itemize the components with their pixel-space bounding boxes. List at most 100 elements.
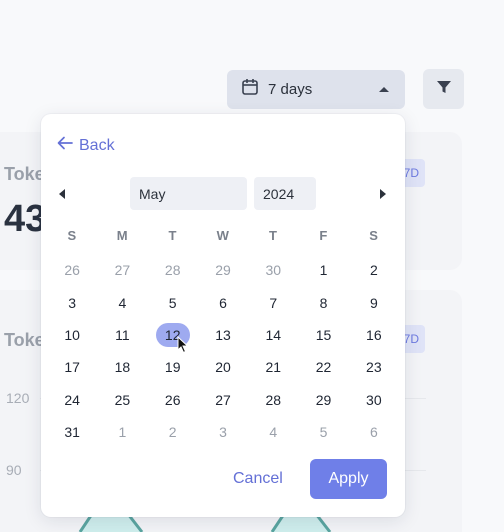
back-button[interactable]: Back <box>57 136 115 155</box>
calendar-day-number: 2 <box>168 424 177 441</box>
calendar-day[interactable]: 10 <box>47 319 97 351</box>
weekday-label: T <box>269 228 278 243</box>
calendar-day[interactable]: 31 <box>47 416 97 448</box>
calendar-day[interactable]: 2 <box>349 254 399 286</box>
calendar-day-number: 1 <box>118 424 127 441</box>
calendar-day-number: 8 <box>319 294 328 311</box>
calendar-day[interactable]: 3 <box>47 286 97 318</box>
calendar-day[interactable]: 5 <box>148 286 198 318</box>
calendar-day[interactable]: 2 <box>148 416 198 448</box>
calendar-day-number: 25 <box>114 391 131 408</box>
y-axis-tick-90: 90 <box>6 462 22 478</box>
calendar-day-number: 7 <box>269 294 278 311</box>
calendar-day-number: 29 <box>215 262 231 279</box>
calendar-day-number: 3 <box>68 294 77 311</box>
prev-month-icon[interactable] <box>59 189 65 199</box>
calendar-day[interactable]: 19 <box>148 351 198 383</box>
calendar-day[interactable]: 27 <box>198 384 248 416</box>
calendar-day[interactable]: 6 <box>349 416 399 448</box>
calendar-day[interactable]: 8 <box>298 286 348 318</box>
chart-card-title: Toke <box>4 330 45 350</box>
calendar-day[interactable]: 1 <box>97 416 147 448</box>
calendar-day[interactable]: 13 <box>198 319 248 351</box>
calendar-day[interactable]: 3 <box>198 416 248 448</box>
weekday-label: M <box>116 228 129 243</box>
calendar-day-number: 24 <box>64 391 80 408</box>
calendar-day-number: 30 <box>366 391 382 408</box>
calendar-day[interactable]: 6 <box>198 286 248 318</box>
summary-card-value: 43 <box>4 198 47 240</box>
calendar-day[interactable]: 14 <box>248 319 298 351</box>
apply-button[interactable]: Apply <box>310 459 387 499</box>
calendar-day[interactable]: 15 <box>298 319 348 351</box>
calendar-day[interactable]: 4 <box>248 416 298 448</box>
date-range-button[interactable]: 7 days <box>227 70 405 109</box>
calendar-day[interactable]: 1 <box>298 254 348 286</box>
calendar-day[interactable]: 17 <box>47 351 97 383</box>
calendar-day-number: 6 <box>369 424 378 441</box>
calendar-day-number: 20 <box>215 359 231 376</box>
calendar-day-number: 9 <box>369 294 378 311</box>
calendar-day-number: 31 <box>64 424 80 441</box>
calendar-day-number: 26 <box>164 391 181 408</box>
calendar-day[interactable]: 4 <box>97 286 147 318</box>
calendar-day[interactable]: 30 <box>248 254 298 286</box>
calendar-day[interactable]: 7 <box>248 286 298 318</box>
arrow-left-icon <box>57 136 73 155</box>
cancel-button[interactable]: Cancel <box>233 470 283 488</box>
next-month-icon[interactable] <box>380 189 386 199</box>
calendar-day[interactable]: 26 <box>47 254 97 286</box>
calendar-day[interactable]: 22 <box>298 351 348 383</box>
calendar-day-number: 27 <box>114 262 131 279</box>
calendar-day[interactable]: 21 <box>248 351 298 383</box>
weekday-label: F <box>319 228 328 243</box>
calendar-day[interactable]: 27 <box>97 254 147 286</box>
date-picker-popup: Back May 2024 SMTWTFS 26 27 28 29 30 1 2 3 4 5 6 7 8… <box>41 114 405 517</box>
back-label: Back <box>79 136 115 154</box>
calendar-day-number: 10 <box>64 326 80 343</box>
calendar-day-number: 23 <box>366 359 382 376</box>
calendar-day[interactable]: 20 <box>198 351 248 383</box>
calendar-day[interactable]: 18 <box>97 351 147 383</box>
calendar-day-number: 18 <box>114 359 131 376</box>
calendar-day-number: 27 <box>215 391 231 408</box>
calendar-day-number: 11 <box>115 326 130 343</box>
weekday-label: T <box>168 228 177 243</box>
calendar-day-selected[interactable]: 12 <box>148 319 198 351</box>
calendar-day[interactable]: 29 <box>198 254 248 286</box>
calendar-day[interactable]: 28 <box>148 254 198 286</box>
filter-button[interactable] <box>423 69 464 109</box>
calendar-day[interactable]: 5 <box>298 416 348 448</box>
calendar-day[interactable]: 25 <box>97 384 147 416</box>
calendar-grid: 26 27 28 29 30 1 2 3 4 5 6 7 8 9 10 11 12 13 14 15 16 17 18 19 2… <box>47 254 399 448</box>
calendar-day-number: 17 <box>64 359 80 376</box>
calendar-day[interactable]: 28 <box>248 384 298 416</box>
filter-icon <box>436 79 452 100</box>
calendar-day-number: 21 <box>265 359 282 376</box>
calendar-day[interactable]: 24 <box>47 384 97 416</box>
calendar-day-number: 22 <box>315 359 332 376</box>
calendar-day-number: 28 <box>164 262 181 279</box>
summary-card-title: Toke <box>4 164 45 184</box>
year-select[interactable]: 2024 <box>254 177 316 210</box>
calendar-day-number: 5 <box>168 294 177 311</box>
calendar-day-number: 2 <box>369 262 378 279</box>
calendar-day-number: 29 <box>315 391 332 408</box>
calendar-day-number: 3 <box>219 424 227 441</box>
calendar-day-number: 15 <box>315 326 332 343</box>
calendar-day[interactable]: 9 <box>349 286 399 318</box>
weekday-header-row: SMTWTFS <box>47 228 399 243</box>
calendar-day-number: 26 <box>64 262 80 279</box>
calendar-day[interactable]: 30 <box>349 384 399 416</box>
calendar-day-number: 1 <box>319 262 328 279</box>
calendar-day-number: 4 <box>269 424 278 441</box>
calendar-day-number: 16 <box>366 326 382 343</box>
calendar-day[interactable]: 29 <box>298 384 348 416</box>
calendar-icon <box>241 78 259 101</box>
date-range-label: 7 days <box>268 81 313 98</box>
calendar-day[interactable]: 16 <box>349 319 399 351</box>
calendar-day[interactable]: 23 <box>349 351 399 383</box>
month-select[interactable]: May <box>130 177 247 210</box>
calendar-day[interactable]: 26 <box>148 384 198 416</box>
calendar-day[interactable]: 11 <box>97 319 147 351</box>
